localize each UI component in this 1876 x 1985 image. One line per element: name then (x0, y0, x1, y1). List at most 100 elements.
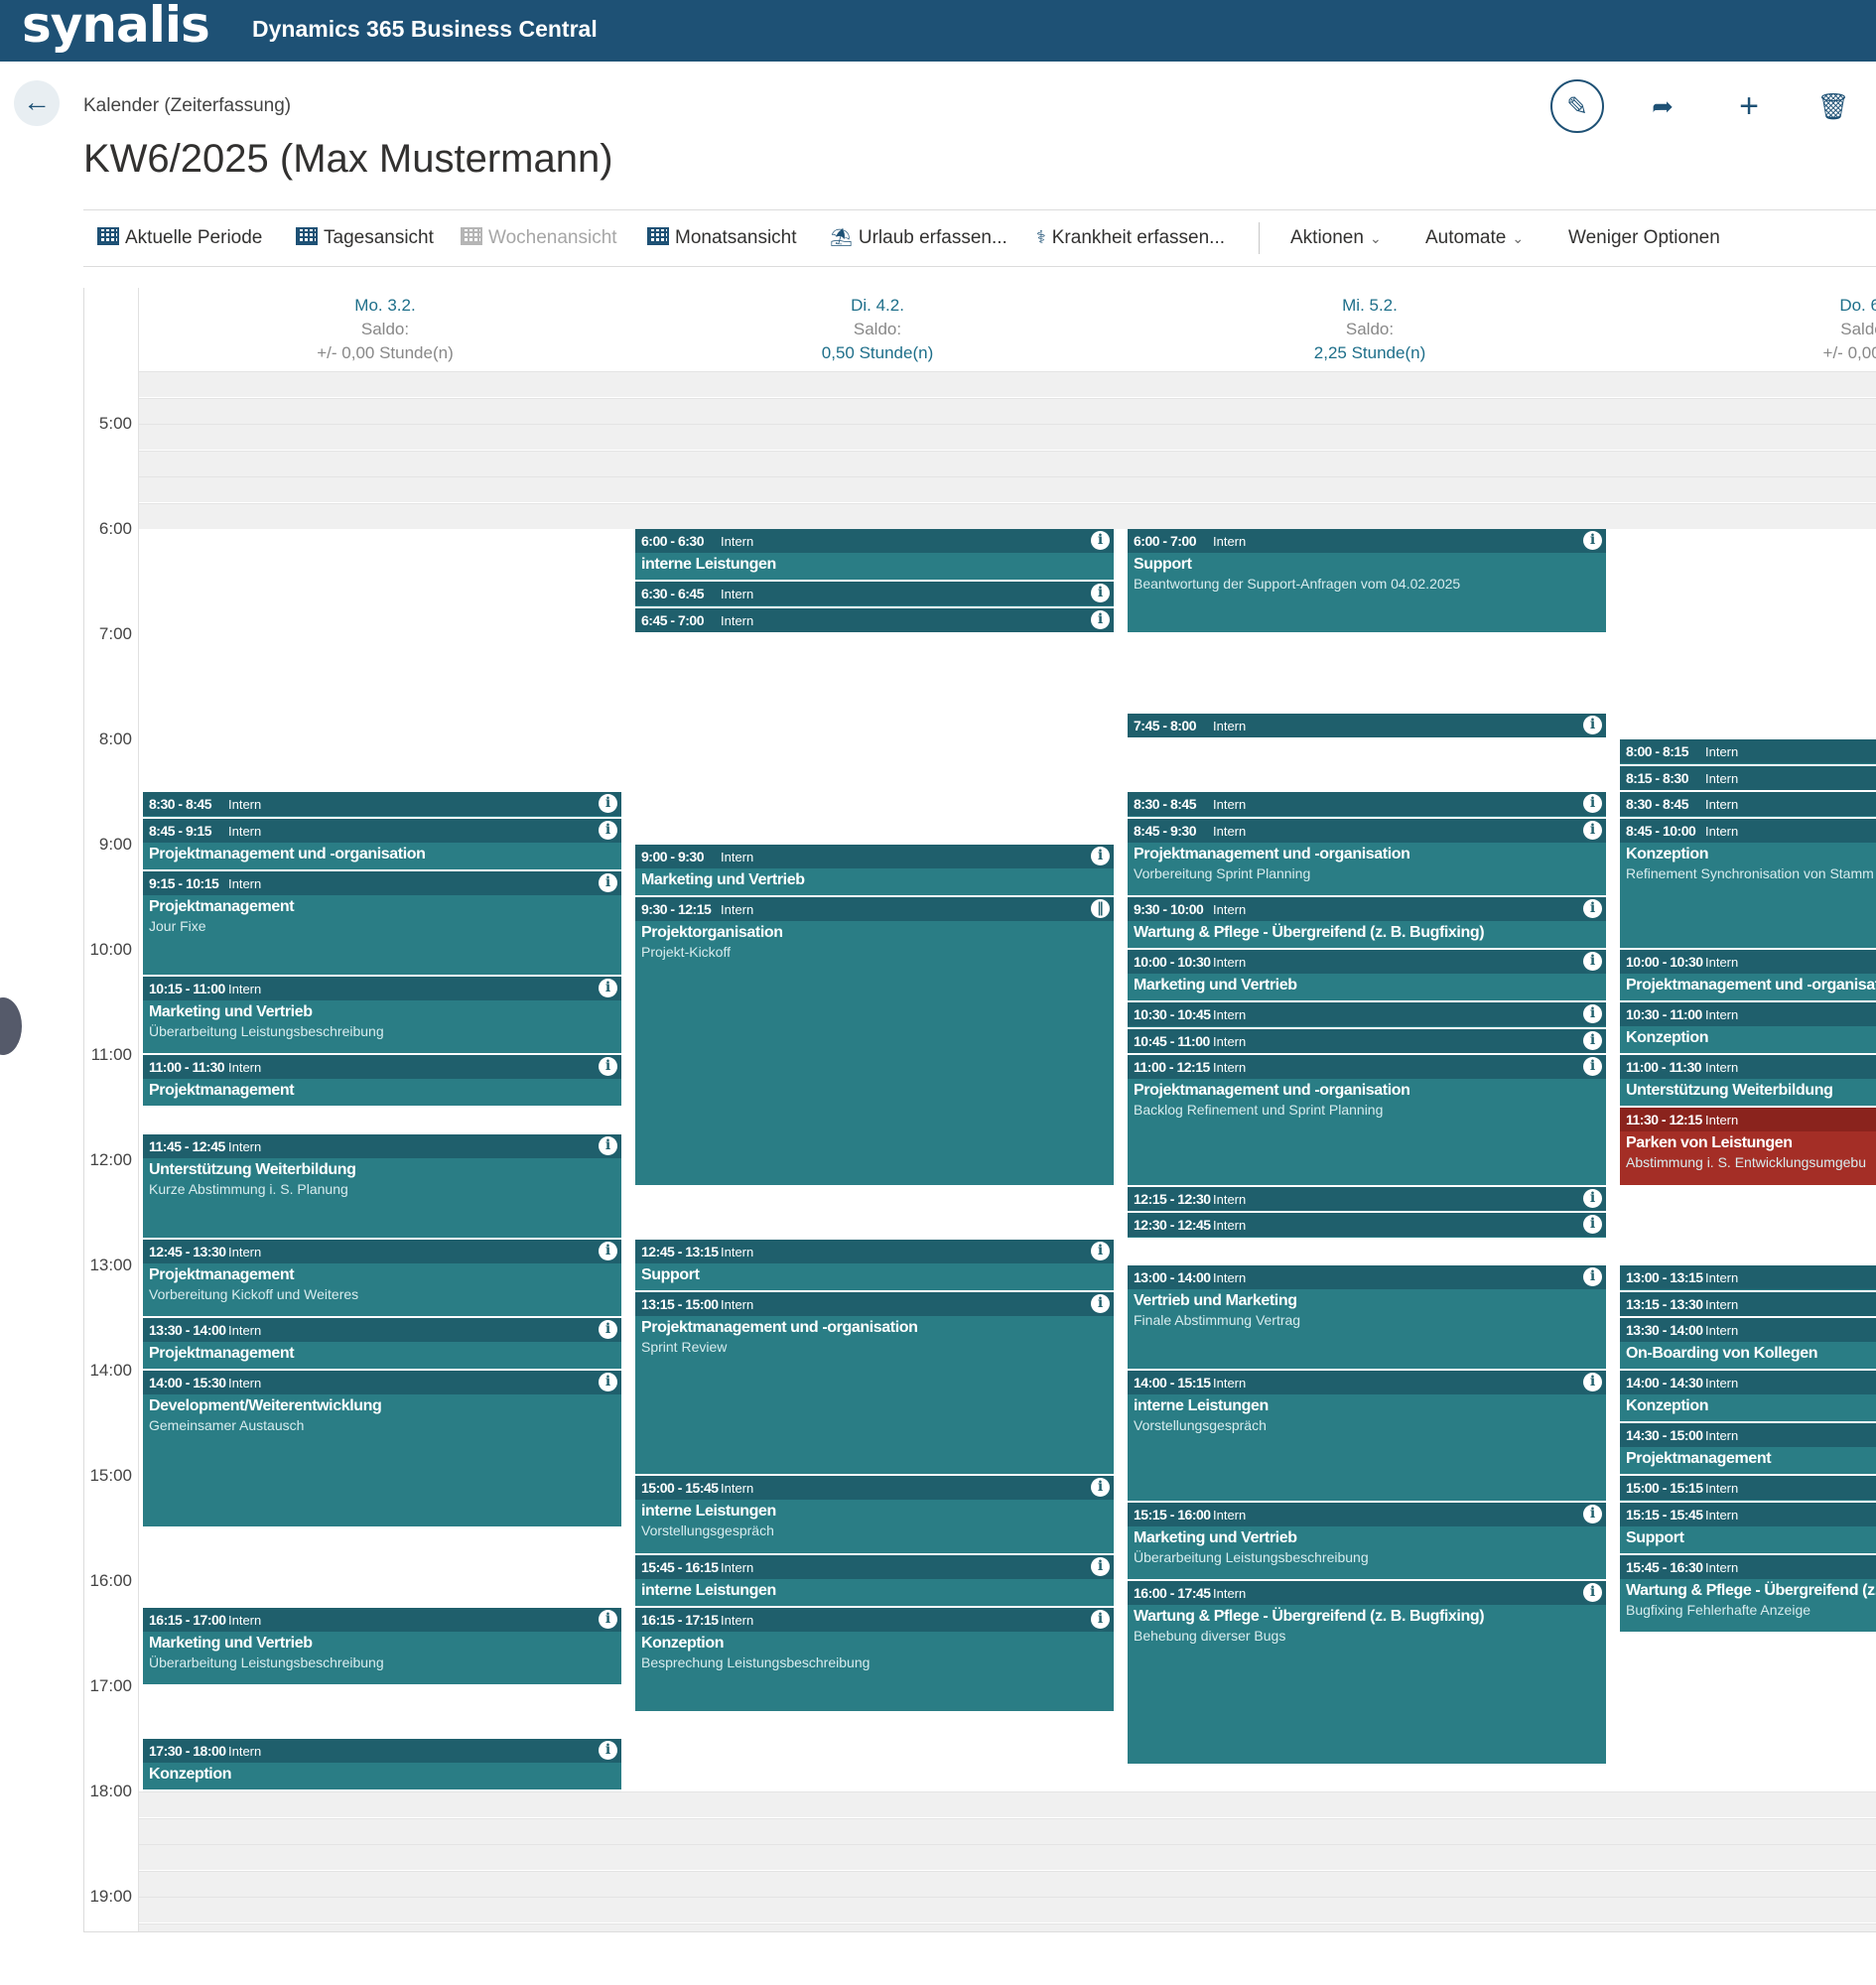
time-slot[interactable] (631, 397, 1124, 424)
calendar-event[interactable]: 6:45 - 7:00 Intern i (635, 607, 1114, 634)
calendar-event[interactable]: 10:30 - 10:45 Intern i (1128, 1002, 1606, 1029)
calendar-event[interactable]: 8:45 - 9:30 Intern i Projektmanagement und … (1128, 818, 1606, 897)
pause-icon[interactable]: ‖ (1091, 899, 1110, 918)
calendar-event[interactable]: 7:45 - 8:00 Intern i (1128, 713, 1606, 739)
time-slot[interactable] (631, 371, 1124, 397)
edit-button[interactable]: ✎ (1550, 79, 1604, 133)
info-icon[interactable]: i (1583, 1267, 1602, 1286)
time-slot[interactable] (631, 1922, 1124, 1931)
calendar-event[interactable]: 11:00 - 12:15 Intern i Projektmanagement un… (1128, 1055, 1606, 1187)
calendar-event[interactable]: 13:30 - 14:00 Intern i Projektmanagement (143, 1318, 621, 1371)
info-icon[interactable]: i (599, 1320, 617, 1339)
calendar-event[interactable]: 15:15 - 15:45Interni Support (1620, 1502, 1876, 1555)
calendar-event[interactable]: 10:15 - 11:00 Intern i Marketing und Vertri… (143, 976, 621, 1055)
month-view-button[interactable]: Monatsansicht (647, 227, 797, 249)
info-icon[interactable]: i (1583, 531, 1602, 550)
time-slot[interactable] (139, 1844, 631, 1870)
info-icon[interactable]: i (1583, 1215, 1602, 1234)
calendar-event[interactable]: 9:30 - 10:00 Intern i Wartung & Pflege - Üb… (1128, 897, 1606, 950)
time-slot[interactable] (139, 450, 631, 476)
time-slot[interactable] (139, 424, 631, 450)
time-slot[interactable] (631, 476, 1124, 502)
info-icon[interactable]: i (1583, 1583, 1602, 1602)
time-slot[interactable] (1124, 476, 1616, 502)
calendar-event[interactable]: 6:00 - 6:30 Intern i interne Leistungen (635, 529, 1114, 582)
vacation-button[interactable]: ⛱ Urlaub erfassen... (830, 227, 1007, 249)
calendar-event[interactable]: 6:30 - 6:45 Intern i (635, 582, 1114, 608)
info-icon[interactable]: i (599, 1741, 617, 1760)
time-slot[interactable] (1616, 502, 1876, 529)
synalis-logo[interactable]: synalis (22, 0, 210, 54)
day-date[interactable]: Di. 4.2. (631, 296, 1124, 316)
time-slot[interactable] (139, 1791, 631, 1817)
info-icon[interactable]: i (1583, 1504, 1602, 1523)
time-slot[interactable] (1616, 424, 1876, 450)
info-icon[interactable]: i (1583, 1030, 1602, 1050)
saldo-hours[interactable]: 2,25 Stunde(n) (1124, 343, 1616, 363)
info-icon[interactable]: i (1091, 1556, 1110, 1576)
delete-button[interactable]: 🗑 (1807, 79, 1860, 133)
time-slot[interactable] (631, 1844, 1124, 1870)
info-icon[interactable]: i (1091, 1478, 1110, 1497)
calendar-event[interactable]: 11:00 - 11:30Interni Unterstützung Weiter… (1620, 1055, 1876, 1108)
product-name[interactable]: Dynamics 365 Business Central (252, 16, 598, 43)
time-slot[interactable] (1124, 1844, 1616, 1870)
day-column[interactable]: Mo. 3.2. Saldo: +/- 0,00 Stunde(n) 8:30 - 8… (139, 288, 632, 1931)
actions-menu[interactable]: Aktionen ⌄ (1290, 227, 1382, 249)
time-slot[interactable] (139, 371, 631, 397)
day-column[interactable]: Mi. 5.2. Saldo: 2,25 Stunde(n) 6:00 - 7:00 I… (1124, 288, 1617, 1931)
automate-menu[interactable]: Automate ⌄ (1425, 227, 1524, 249)
time-slot[interactable] (1616, 1791, 1876, 1817)
info-icon[interactable]: i (1583, 1057, 1602, 1076)
calendar-event[interactable]: 12:15 - 12:30 Intern i (1128, 1186, 1606, 1213)
info-icon[interactable]: i (1583, 715, 1602, 734)
time-slot[interactable] (1616, 371, 1876, 397)
time-slot[interactable] (631, 1870, 1124, 1897)
calendar-event[interactable]: 12:45 - 13:15 Intern i Support (635, 1239, 1114, 1292)
info-icon[interactable]: i (1583, 1373, 1602, 1391)
info-icon[interactable]: i (1583, 952, 1602, 971)
calendar-event[interactable]: 8:30 - 8:45Interni (1620, 792, 1876, 819)
time-slot[interactable] (1124, 1897, 1616, 1922)
info-icon[interactable]: i (1583, 794, 1602, 813)
info-icon[interactable]: i (1583, 1004, 1602, 1023)
calendar-event[interactable]: 14:30 - 15:00Interni Projektmanagement (1620, 1423, 1876, 1476)
calendar-event[interactable]: 16:00 - 17:45 Intern i Wartung & Pflege - Ü… (1128, 1581, 1606, 1766)
info-icon[interactable]: i (1091, 847, 1110, 865)
info-icon[interactable]: i (599, 794, 617, 813)
calendar-event[interactable]: 8:00 - 8:15Interni (1620, 739, 1876, 766)
calendar-event[interactable]: 15:00 - 15:15Interni (1620, 1476, 1876, 1503)
day-view-button[interactable]: Tagesansicht (296, 227, 434, 249)
day-column[interactable]: Di. 4.2. Saldo: 0,50 Stunde(n) 6:00 - 6:30 I… (631, 288, 1125, 1931)
time-slot[interactable] (1616, 1897, 1876, 1922)
time-slot[interactable] (139, 1922, 631, 1931)
calendar-event[interactable]: 8:30 - 8:45Interni (1128, 792, 1606, 819)
info-icon[interactable]: i (599, 872, 617, 892)
calendar-event[interactable]: 13:30 - 14:00Interni On-Boarding von Koll… (1620, 1318, 1876, 1371)
calendar-event[interactable]: 8:45 - 10:00InterniKonzeptionRefinement … (1620, 818, 1876, 950)
time-slot[interactable] (139, 476, 631, 502)
calendar-event[interactable]: 14:00 - 15:30 Intern i Development/Weiteren… (143, 1371, 621, 1528)
day-column[interactable]: Do. 6.Saldo+/- 0,00 St8:00 - 8:15Interni… (1616, 288, 1876, 1931)
calendar-event[interactable]: 10:00 - 10:30 Intern i Marketing und Vertri… (1128, 950, 1606, 1002)
info-icon[interactable]: i (599, 1241, 617, 1260)
calendar-event[interactable]: 6:00 - 7:00 Intern i Support Beantwortung de… (1128, 529, 1606, 634)
calendar-event[interactable]: 16:15 - 17:15 Intern i Konzeption Besprechun… (635, 1607, 1114, 1713)
info-icon[interactable]: i (1091, 1241, 1110, 1260)
info-icon[interactable]: i (599, 1057, 617, 1076)
time-slot[interactable] (1124, 424, 1616, 450)
info-icon[interactable]: i (599, 1609, 617, 1629)
time-slot[interactable] (1616, 1922, 1876, 1931)
calendar-event[interactable]: 11:45 - 12:45 Intern i Unterstützung Weiter… (143, 1133, 621, 1240)
time-slot[interactable] (139, 1817, 631, 1844)
time-slot[interactable] (631, 424, 1124, 450)
side-panel-handle[interactable] (0, 997, 22, 1055)
day-date[interactable]: Mo. 3.2. (139, 296, 631, 316)
time-slot[interactable] (631, 450, 1124, 476)
back-button[interactable]: ← (14, 80, 60, 126)
time-slot[interactable] (1616, 1844, 1876, 1870)
day-date[interactable]: Do. 6. (1616, 296, 1876, 316)
time-slot[interactable] (631, 1897, 1124, 1922)
week-view-button[interactable]: Wochenansicht (461, 227, 617, 249)
calendar-event[interactable]: 15:45 - 16:30Interni Wartung & Pflege - Ü… (1620, 1554, 1876, 1634)
